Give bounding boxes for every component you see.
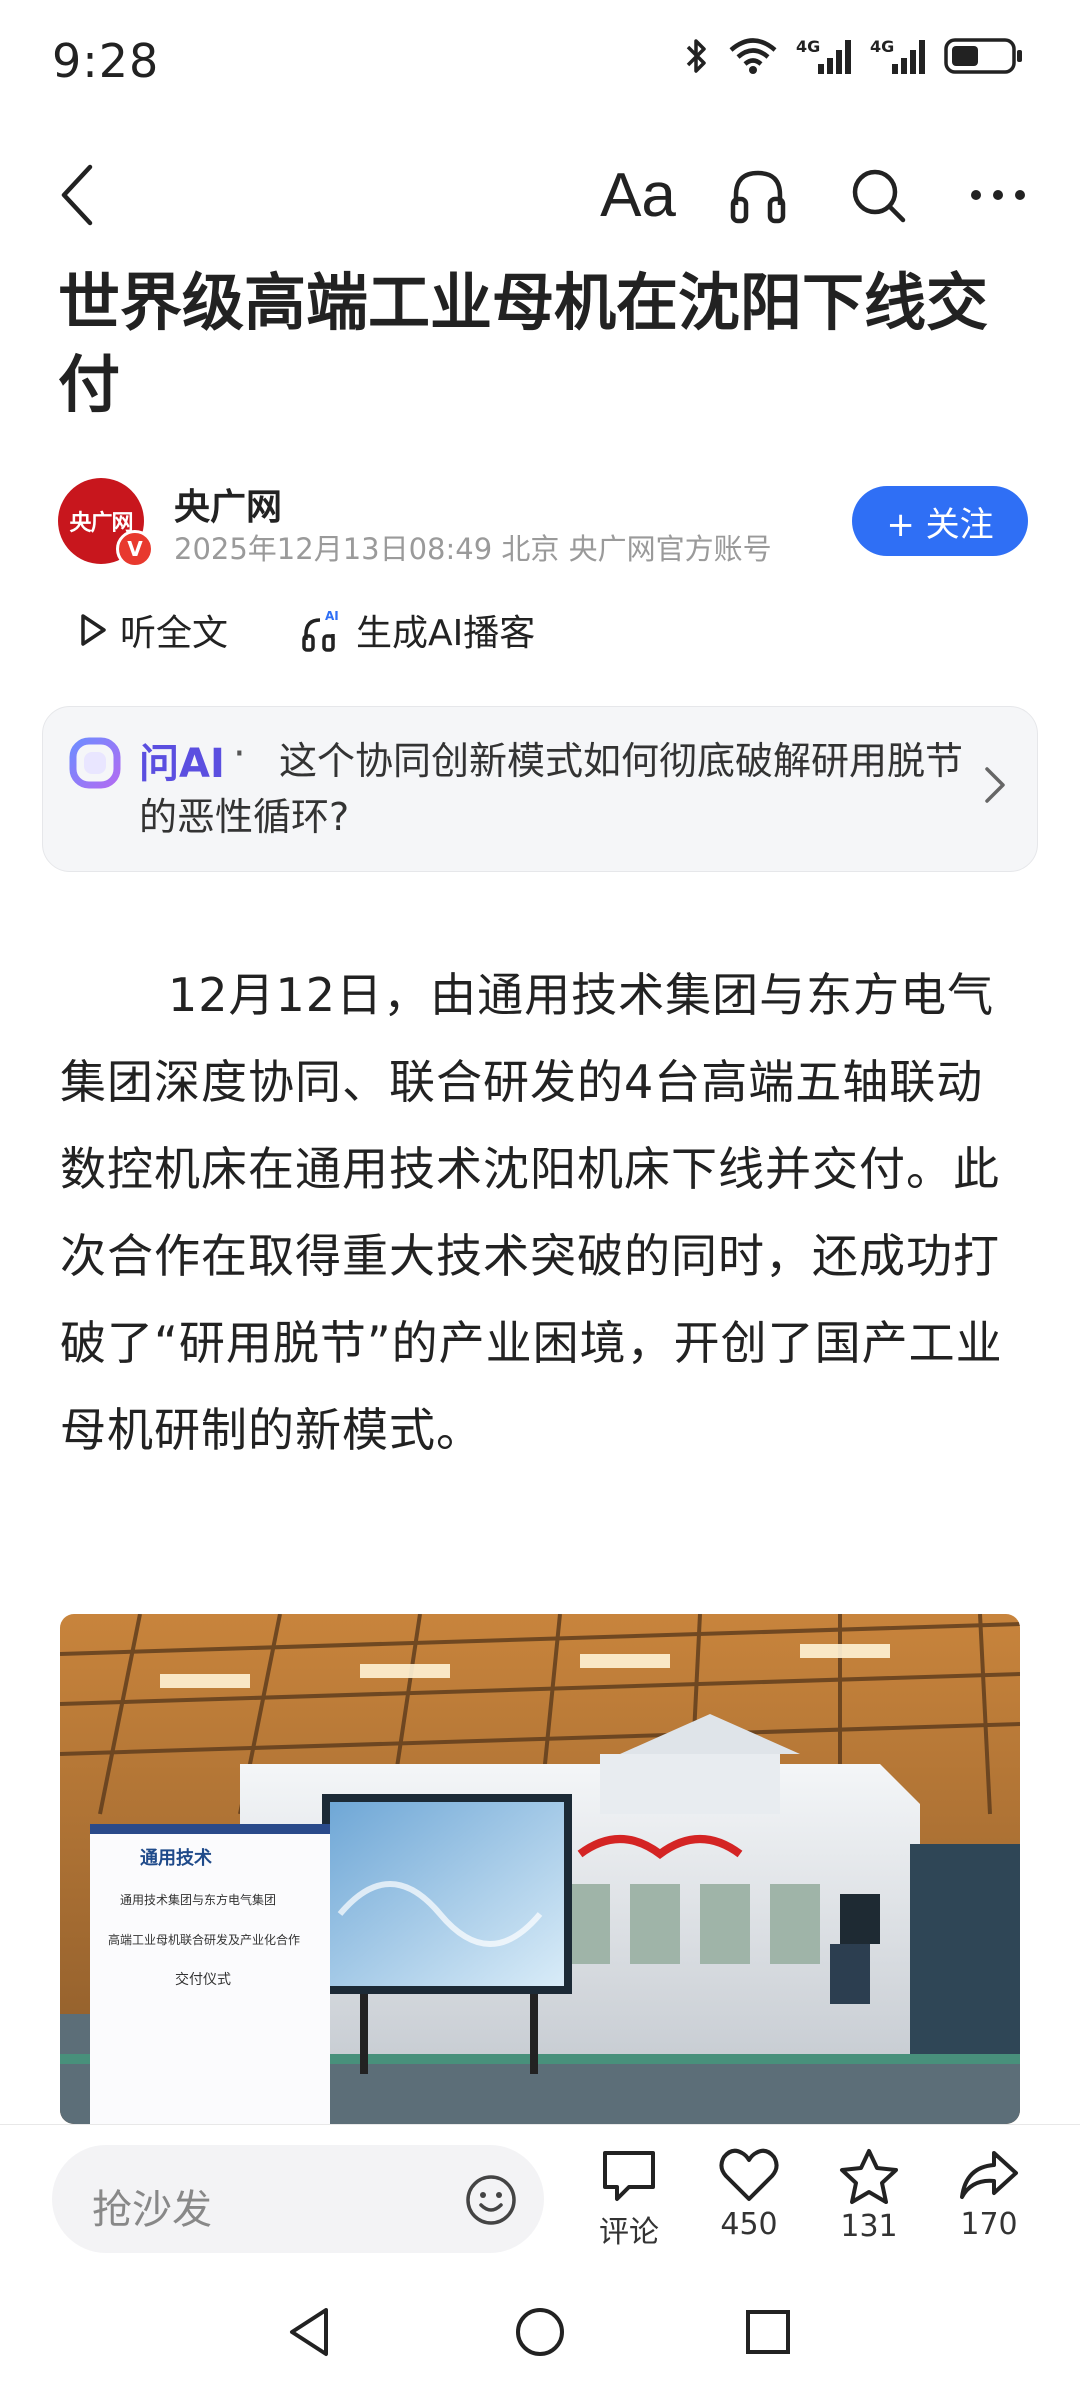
audio-actions: 听全文 AI 生成AI播客 xyxy=(78,600,607,660)
more-button[interactable] xyxy=(950,140,1046,250)
share-button[interactable]: 170 xyxy=(934,2147,1044,2242)
photo-sign-line-2: 高端工业母机联合研发及产业化合作 xyxy=(108,1932,300,1947)
favorite-button[interactable]: 131 xyxy=(814,2147,924,2244)
photo-sign-line-3: 交付仪式 xyxy=(175,1971,231,1988)
share-icon xyxy=(960,2151,1018,2199)
emoji-icon[interactable] xyxy=(464,2173,518,2227)
like-count: 450 xyxy=(720,2207,778,2242)
bluetooth-icon xyxy=(686,39,706,73)
heart-icon xyxy=(719,2148,779,2201)
svg-text:4G: 4G xyxy=(796,37,820,56)
chevron-right-icon xyxy=(985,767,1005,803)
article-paragraph: 12月12日，由通用技术集团与东方电气集团深度协同、联合研发的4台高端五轴联动数… xyxy=(60,968,1003,1457)
listen-button[interactable] xyxy=(710,140,806,250)
headphones-icon xyxy=(730,170,786,224)
font-size-icon: Aa xyxy=(600,160,676,230)
comment-placeholder: 抢沙发 xyxy=(92,2187,212,2233)
battery-icon xyxy=(944,38,1022,74)
avatar-text: 央广网 xyxy=(69,511,133,536)
nav-home-icon[interactable] xyxy=(512,2304,568,2360)
publish-meta: 2025年12月13日08:49 北京 央广网官方账号 xyxy=(174,532,772,566)
wifi-icon xyxy=(729,38,777,74)
photo-sign-line-1: 通用技术集团与东方电气集团 xyxy=(120,1892,276,1907)
ai-podcast-button[interactable]: AI 生成AI播客 xyxy=(300,604,535,656)
comment-button[interactable]: 评论 xyxy=(574,2147,684,2251)
factory-photo: 通用技术 通用技术集团与东方电气集团 高端工业母机联合研发及产业化合作 交付仪式 xyxy=(60,1614,1020,2124)
svg-text:AI: AI xyxy=(325,609,339,623)
status-bar: 9:28 4G 4G xyxy=(0,0,1080,130)
ai-assistant-icon xyxy=(69,737,121,789)
signal-4g-icon: 4G xyxy=(870,37,925,74)
ask-ai-question: 这个协同创新模式如何彻底破解研用脱节的恶性循环? xyxy=(139,739,964,839)
star-icon xyxy=(840,2149,898,2204)
article-page: 9:28 4G 4G Aa 世界级高端工业母机在沈阳下线交付 央广网 V 央广网… xyxy=(0,0,1080,2388)
back-icon xyxy=(61,164,93,226)
ai-headphones-icon: AI xyxy=(302,609,339,652)
comment-label: 评论 xyxy=(599,2215,659,2250)
author-name[interactable]: 央广网 xyxy=(174,478,282,530)
nav-back-icon[interactable] xyxy=(282,2304,338,2360)
signal-4g-icon: 4G xyxy=(796,37,851,74)
search-button[interactable] xyxy=(830,140,926,250)
status-time: 9:28 xyxy=(52,34,160,88)
photo-logo-text: 通用技术 xyxy=(140,1847,212,1869)
more-icon xyxy=(971,190,1025,200)
listen-full-label: 听全文 xyxy=(120,613,229,654)
svg-text:4G: 4G xyxy=(870,37,894,56)
follow-button[interactable]: + 关注 xyxy=(852,486,1028,556)
play-icon xyxy=(81,614,106,646)
ask-ai-card[interactable]: 问AI · 这个协同创新模式如何彻底破解研用脱节的恶性循环? xyxy=(42,706,1038,872)
article-title: 世界级高端工业母机在沈阳下线交付 xyxy=(58,266,989,421)
ai-podcast-label: 生成AI播客 xyxy=(356,613,536,654)
back-button[interactable] xyxy=(30,140,126,250)
nav-recents-icon[interactable] xyxy=(740,2304,796,2360)
listen-full-button[interactable]: 听全文 xyxy=(78,604,228,656)
comment-input[interactable]: 抢沙发 xyxy=(52,2145,544,2253)
bottom-action-bar: 抢沙发 评论 450 131 170 xyxy=(0,2124,1080,2276)
status-icons: 4G 4G xyxy=(684,36,1024,76)
author-row: 央广网 V 央广网 2025年12月13日08:49 北京 央广网官方账号 + … xyxy=(58,478,1028,568)
verified-badge-icon: V xyxy=(116,530,154,568)
article-photo[interactable]: 通用技术 通用技术集团与东方电气集团 高端工业母机联合研发及产业化合作 交付仪式 xyxy=(60,1614,1020,2124)
follow-label: + 关注 xyxy=(886,504,994,545)
share-count: 170 xyxy=(960,2207,1018,2242)
comment-icon xyxy=(603,2151,655,2201)
system-nav-bar xyxy=(0,2276,1080,2388)
search-icon xyxy=(852,169,906,223)
favorite-count: 131 xyxy=(840,2209,898,2244)
font-size-button[interactable]: Aa xyxy=(590,140,686,250)
toolbar: Aa xyxy=(0,140,1080,250)
like-button[interactable]: 450 xyxy=(694,2147,804,2242)
